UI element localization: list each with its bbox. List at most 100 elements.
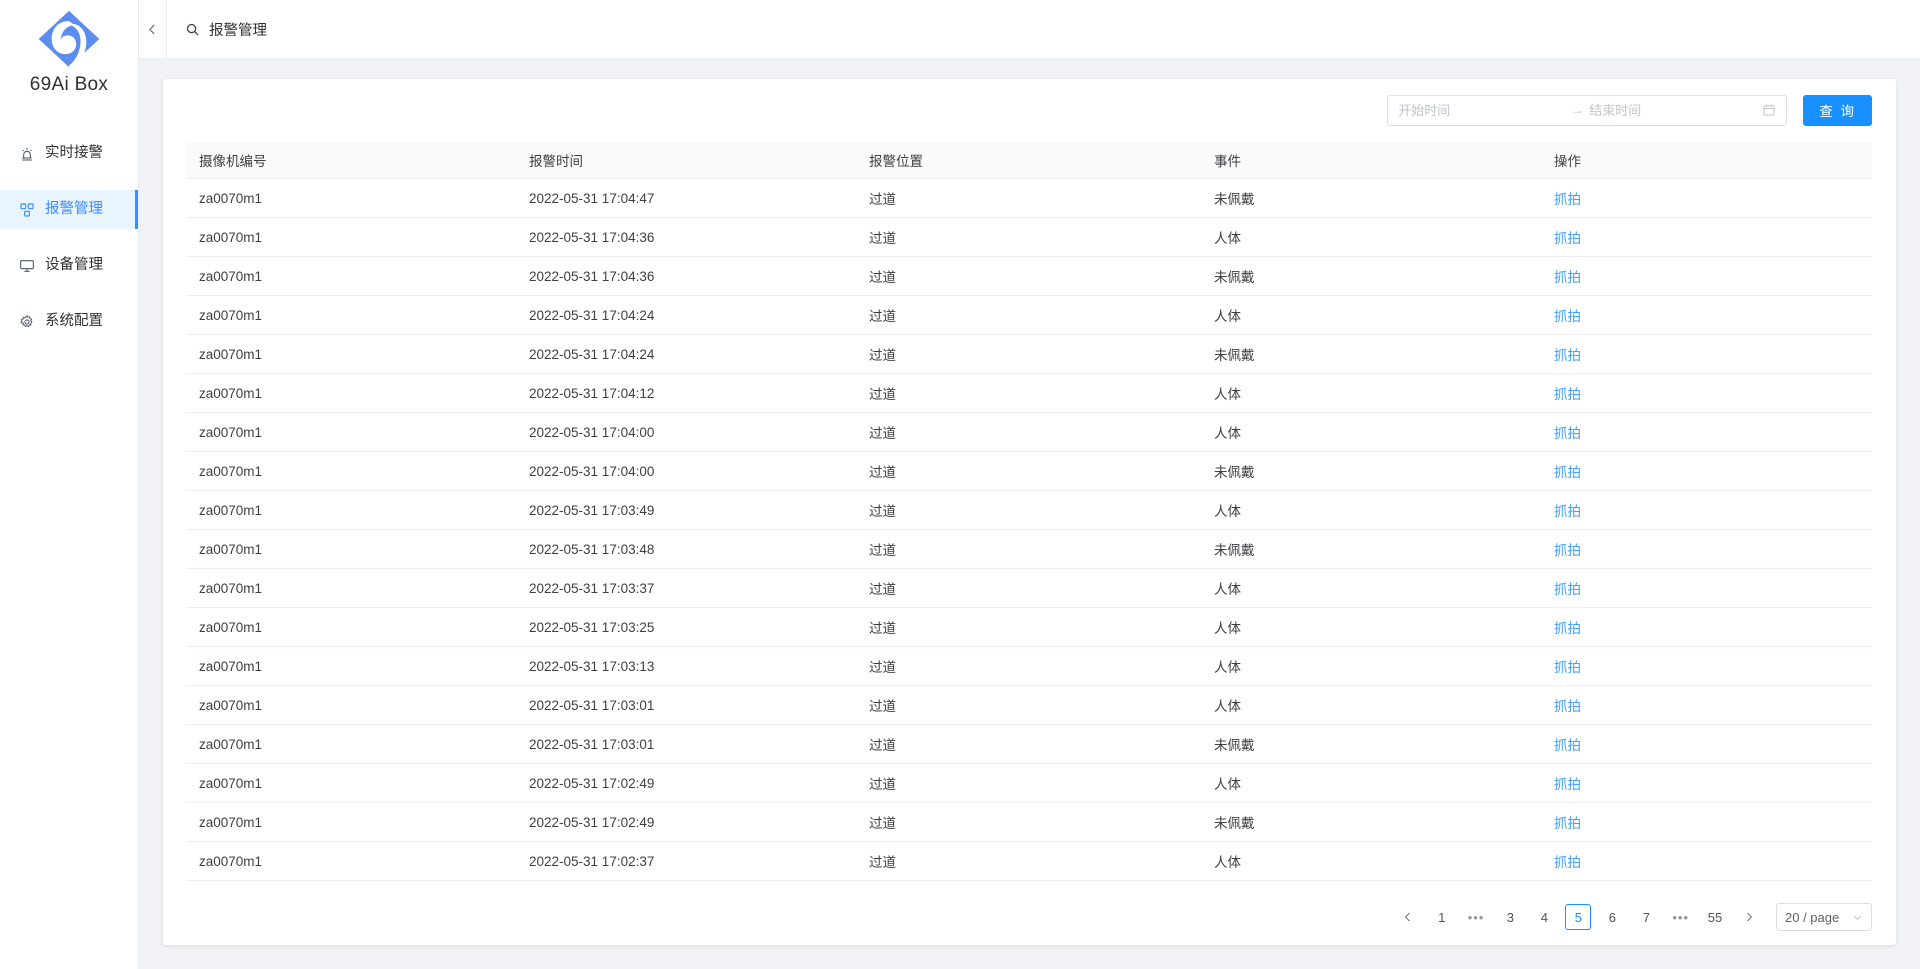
cell-alarm-time: 2022-05-31 17:04:36 — [517, 269, 857, 284]
cell-location: 过道 — [857, 383, 1202, 403]
table-row[interactable]: za0070m12022-05-31 17:04:47过道未佩戴抓拍 — [187, 179, 1872, 218]
cell-alarm-time: 2022-05-31 17:04:24 — [517, 347, 857, 362]
pagination-page-7[interactable]: 7 — [1633, 904, 1659, 930]
filter-bar: → 查 询 — [187, 79, 1872, 141]
cell-event: 未佩戴 — [1202, 344, 1542, 364]
table-row[interactable]: za0070m12022-05-31 17:04:00过道未佩戴抓拍 — [187, 452, 1872, 491]
table-row[interactable]: za0070m12022-05-31 17:02:49过道人体抓拍 — [187, 764, 1872, 803]
sidebar-collapse-button[interactable] — [139, 0, 167, 59]
capture-link[interactable]: 抓拍 — [1542, 539, 1872, 559]
cell-event: 人体 — [1202, 578, 1542, 598]
table-row[interactable]: za0070m12022-05-31 17:04:12过道人体抓拍 — [187, 374, 1872, 413]
column-header-event: 事件 — [1202, 150, 1542, 170]
sidebar-item-realtime-alarm[interactable]: 实时接警 — [0, 134, 138, 173]
top-bar: 报警管理 — [139, 0, 1920, 59]
cell-location: 过道 — [857, 227, 1202, 247]
cell-location: 过道 — [857, 188, 1202, 208]
capture-link[interactable]: 抓拍 — [1542, 266, 1872, 286]
cell-camera-id: za0070m1 — [187, 698, 517, 713]
monitor-icon — [18, 257, 35, 274]
table-row[interactable]: za0070m12022-05-31 17:04:24过道未佩戴抓拍 — [187, 335, 1872, 374]
cell-location: 过道 — [857, 773, 1202, 793]
table-row[interactable]: za0070m12022-05-31 17:04:00过道人体抓拍 — [187, 413, 1872, 452]
table-row[interactable]: za0070m12022-05-31 17:04:36过道人体抓拍 — [187, 218, 1872, 257]
cell-camera-id: za0070m1 — [187, 425, 517, 440]
table-row[interactable]: za0070m12022-05-31 17:02:37过道未佩戴抓拍 — [187, 881, 1872, 889]
capture-link[interactable]: 抓拍 — [1542, 734, 1872, 754]
table-row[interactable]: za0070m12022-05-31 17:03:25过道人体抓拍 — [187, 608, 1872, 647]
breadcrumb: 报警管理 — [167, 19, 267, 40]
table-row[interactable]: za0070m12022-05-31 17:03:37过道人体抓拍 — [187, 569, 1872, 608]
capture-link[interactable]: 抓拍 — [1542, 617, 1872, 637]
cell-event: 人体 — [1202, 422, 1542, 442]
sidebar-item-device-management[interactable]: 设备管理 — [0, 246, 138, 285]
capture-link[interactable]: 抓拍 — [1542, 383, 1872, 403]
table-row[interactable]: za0070m12022-05-31 17:04:36过道未佩戴抓拍 — [187, 257, 1872, 296]
cell-alarm-time: 2022-05-31 17:03:01 — [517, 737, 857, 752]
cell-location: 过道 — [857, 695, 1202, 715]
column-header-camera-id: 摄像机编号 — [187, 150, 517, 170]
capture-link[interactable]: 抓拍 — [1542, 188, 1872, 208]
cell-alarm-time: 2022-05-31 17:03:49 — [517, 503, 857, 518]
capture-link[interactable]: 抓拍 — [1542, 500, 1872, 520]
cell-alarm-time: 2022-05-31 17:03:48 — [517, 542, 857, 557]
capture-link[interactable]: 抓拍 — [1542, 851, 1872, 871]
table-row[interactable]: za0070m12022-05-31 17:04:24过道人体抓拍 — [187, 296, 1872, 335]
cell-location: 过道 — [857, 500, 1202, 520]
cell-camera-id: za0070m1 — [187, 308, 517, 323]
table-row[interactable]: za0070m12022-05-31 17:03:48过道未佩戴抓拍 — [187, 530, 1872, 569]
capture-link[interactable]: 抓拍 — [1542, 227, 1872, 247]
capture-link[interactable]: 抓拍 — [1542, 422, 1872, 442]
cell-camera-id: za0070m1 — [187, 230, 517, 245]
start-time-input[interactable] — [1398, 103, 1565, 118]
pagination-page-4[interactable]: 4 — [1531, 904, 1557, 930]
pagination-page-1[interactable]: 1 — [1429, 904, 1455, 930]
capture-link[interactable]: 抓拍 — [1542, 344, 1872, 364]
cell-location: 过道 — [857, 539, 1202, 559]
cell-alarm-time: 2022-05-31 17:03:37 — [517, 581, 857, 596]
capture-link[interactable]: 抓拍 — [1542, 578, 1872, 598]
table-row[interactable]: za0070m12022-05-31 17:02:49过道未佩戴抓拍 — [187, 803, 1872, 842]
table-row[interactable]: za0070m12022-05-31 17:03:01过道未佩戴抓拍 — [187, 725, 1872, 764]
sidebar-item-alarm-management[interactable]: 报警管理 — [0, 190, 138, 229]
capture-link[interactable]: 抓拍 — [1542, 305, 1872, 325]
pagination-page-6[interactable]: 6 — [1599, 904, 1625, 930]
table-body[interactable]: za0070m12022-05-31 17:04:47过道未佩戴抓拍za0070… — [187, 179, 1872, 889]
cell-camera-id: za0070m1 — [187, 659, 517, 674]
capture-link[interactable]: 抓拍 — [1542, 812, 1872, 832]
table-row[interactable]: za0070m12022-05-31 17:03:49过道人体抓拍 — [187, 491, 1872, 530]
cell-location: 过道 — [857, 344, 1202, 364]
calendar-icon[interactable] — [1762, 103, 1776, 117]
cell-event: 人体 — [1202, 617, 1542, 637]
query-button[interactable]: 查 询 — [1803, 95, 1872, 126]
table-row[interactable]: za0070m12022-05-31 17:03:13过道人体抓拍 — [187, 647, 1872, 686]
table-row[interactable]: za0070m12022-05-31 17:02:37过道人体抓拍 — [187, 842, 1872, 881]
pagination-page-5[interactable]: 5 — [1565, 904, 1591, 930]
cell-event: 人体 — [1202, 305, 1542, 325]
capture-link[interactable]: 抓拍 — [1542, 461, 1872, 481]
pagination-page-3[interactable]: 3 — [1497, 904, 1523, 930]
pagination-page-55[interactable]: 55 — [1702, 904, 1728, 930]
sidebar-item-label: 实时接警 — [45, 146, 103, 161]
gear-icon — [18, 313, 35, 330]
cell-event: 未佩戴 — [1202, 734, 1542, 754]
pagination-next-button[interactable] — [1736, 904, 1762, 930]
table-row[interactable]: za0070m12022-05-31 17:03:01过道人体抓拍 — [187, 686, 1872, 725]
pagination-prev-button[interactable] — [1395, 904, 1421, 930]
cell-alarm-time: 2022-05-31 17:02:37 — [517, 854, 857, 869]
cell-event: 未佩戴 — [1202, 812, 1542, 832]
end-time-input[interactable] — [1589, 103, 1756, 118]
chevron-down-icon — [1852, 912, 1863, 923]
cell-camera-id: za0070m1 — [187, 464, 517, 479]
capture-link[interactable]: 抓拍 — [1542, 656, 1872, 676]
capture-link[interactable]: 抓拍 — [1542, 695, 1872, 715]
date-range-picker[interactable]: → — [1387, 95, 1787, 126]
cell-location: 过道 — [857, 812, 1202, 832]
capture-link[interactable]: 抓拍 — [1542, 773, 1872, 793]
chevron-left-icon — [146, 23, 159, 36]
brand-logo: 69Ai Box — [0, 0, 138, 96]
sidebar-item-system-config[interactable]: 系统配置 — [0, 302, 138, 341]
cell-event: 未佩戴 — [1202, 266, 1542, 286]
page-size-select[interactable]: 20 / page — [1776, 903, 1872, 931]
cell-camera-id: za0070m1 — [187, 737, 517, 752]
